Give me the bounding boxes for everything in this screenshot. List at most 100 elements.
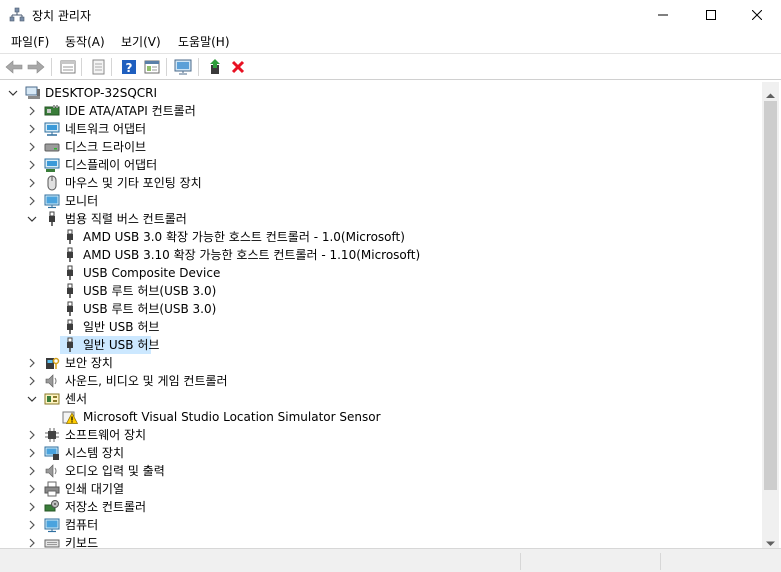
tree-category[interactable]: 시스템 장치: [0, 444, 740, 462]
toolbar: ?: [0, 53, 781, 80]
minimize-button[interactable]: [640, 0, 686, 30]
chevron-right-icon[interactable]: [26, 534, 38, 548]
properties-icon: [60, 60, 76, 74]
vertical-scrollbar[interactable]: [762, 82, 779, 548]
status-divider: [660, 553, 661, 570]
system-device-icon: [44, 445, 60, 461]
menu-help[interactable]: 도움말(H): [178, 33, 230, 50]
status-divider: [520, 553, 521, 570]
maximize-button[interactable]: [688, 0, 734, 30]
tree-item-label: 인쇄 대기열: [65, 482, 125, 496]
tree-category[interactable]: 보안 장치: [0, 354, 740, 372]
close-button[interactable]: [734, 0, 780, 30]
chevron-right-icon[interactable]: [26, 426, 38, 444]
printer-icon: [44, 481, 60, 497]
tree-item-label: 시스템 장치: [65, 446, 125, 460]
scrollbar-thumb[interactable]: [764, 101, 777, 490]
chevron-right-icon[interactable]: [26, 192, 38, 210]
tree-item-label: 일반 USB 허브: [83, 338, 160, 352]
action-button[interactable]: [142, 57, 162, 77]
tree-device[interactable]: USB 루트 허브(USB 3.0): [0, 282, 740, 300]
tree-root[interactable]: DESKTOP-32SQCRI: [0, 84, 740, 102]
status-bar: [0, 548, 781, 572]
tree-category[interactable]: 인쇄 대기열: [0, 480, 740, 498]
tree-device[interactable]: 일반 USB 허브: [0, 336, 740, 354]
forward-button[interactable]: [26, 57, 46, 77]
tree-category[interactable]: 컴퓨터: [0, 516, 740, 534]
chevron-right-icon[interactable]: [26, 498, 38, 516]
chevron-right-icon[interactable]: [26, 516, 38, 534]
chevron-down-icon[interactable]: [7, 84, 19, 102]
speaker-icon: [44, 463, 60, 479]
usb-icon: [62, 301, 78, 317]
tree-category[interactable]: IDE ATA/ATAPI 컨트롤러: [0, 102, 740, 120]
tree-device[interactable]: USB 루트 허브(USB 3.0): [0, 300, 740, 318]
storage-controller-icon: [44, 499, 60, 515]
tree-category[interactable]: 네트워크 어댑터: [0, 120, 740, 138]
tree-item-label: 네트워크 어댑터: [65, 122, 147, 136]
tree-item-label: 모니터: [65, 194, 99, 208]
svg-text:?: ?: [126, 61, 133, 75]
menu-view[interactable]: 보기(V): [121, 33, 161, 50]
tree-item-label: 사운드, 비디오 및 게임 컨트롤러: [65, 374, 228, 388]
tree-category[interactable]: 디스크 드라이브: [0, 138, 740, 156]
tree-category[interactable]: 소프트웨어 장치: [0, 426, 740, 444]
chevron-right-icon[interactable]: [26, 174, 38, 192]
driver-icon: [92, 59, 105, 75]
tree-category[interactable]: 센서: [0, 390, 740, 408]
chevron-right-icon[interactable]: [26, 354, 38, 372]
help-button[interactable]: ?: [119, 57, 139, 77]
chevron-down-icon[interactable]: [26, 390, 38, 408]
tree-root-label: DESKTOP-32SQCRI: [45, 86, 158, 100]
tree-item-label: AMD USB 3.10 확장 가능한 호스트 컨트롤러 - 1.10(Micr…: [83, 248, 421, 262]
tree-category[interactable]: 저장소 컨트롤러: [0, 498, 740, 516]
title-bar[interactable]: 장치 관리자: [0, 0, 781, 30]
tree-item-label: Microsoft Visual Studio Location Simulat…: [83, 410, 381, 424]
mouse-icon: [44, 175, 60, 191]
properties-button[interactable]: [58, 57, 78, 77]
chevron-down-icon[interactable]: [26, 210, 38, 228]
tree-device[interactable]: USB Composite Device: [0, 264, 740, 282]
chevron-right-icon[interactable]: [26, 372, 38, 390]
driver-button[interactable]: [88, 57, 108, 77]
software-device-icon: [44, 427, 60, 443]
chevron-right-icon[interactable]: [26, 102, 38, 120]
tree-category[interactable]: 사운드, 비디오 및 게임 컨트롤러: [0, 372, 740, 390]
usb-icon: [62, 283, 78, 299]
usb-icon: [62, 337, 78, 353]
uninstall-button[interactable]: [228, 57, 248, 77]
menu-action[interactable]: 동작(A): [65, 33, 105, 50]
scroll-up-icon[interactable]: [766, 88, 775, 102]
chevron-right-icon[interactable]: [26, 138, 38, 156]
update-driver-button[interactable]: [205, 57, 225, 77]
chevron-right-icon[interactable]: [26, 462, 38, 480]
warning-icon: [62, 409, 79, 425]
tree-device[interactable]: 일반 USB 허브: [0, 318, 740, 336]
speaker-icon: [44, 373, 60, 389]
toolbar-separator: [51, 58, 52, 76]
tree-item-label: 마우스 및 기타 포인팅 장치: [65, 176, 202, 190]
menu-file[interactable]: 파일(F): [11, 33, 49, 50]
tree-item-label: USB Composite Device: [83, 266, 221, 280]
tree-device[interactable]: Microsoft Visual Studio Location Simulat…: [0, 408, 740, 426]
chevron-right-icon[interactable]: [26, 480, 38, 498]
chevron-right-icon[interactable]: [26, 120, 38, 138]
tree-category[interactable]: 오디오 입력 및 출력: [0, 462, 740, 480]
menu-bar: 파일(F) 동작(A) 보기(V) 도움말(H): [0, 30, 781, 52]
network-adapter-icon: [44, 121, 60, 137]
tree-device[interactable]: AMD USB 3.10 확장 가능한 호스트 컨트롤러 - 1.10(Micr…: [0, 246, 740, 264]
chevron-right-icon[interactable]: [26, 156, 38, 174]
tree-device[interactable]: AMD USB 3.0 확장 가능한 호스트 컨트롤러 - 1.0(Micros…: [0, 228, 740, 246]
usb-icon: [44, 211, 60, 227]
scan-hardware-button[interactable]: [173, 57, 193, 77]
tree-item-label: 범용 직렬 버스 컨트롤러: [65, 212, 187, 226]
tree-category[interactable]: 모니터: [0, 192, 740, 210]
chevron-right-icon[interactable]: [26, 444, 38, 462]
usb-icon: [62, 319, 78, 335]
device-tree[interactable]: DESKTOP-32SQCRI IDE ATA/ATAPI 컨트롤러네트워크 어…: [0, 82, 762, 548]
tree-category[interactable]: 마우스 및 기타 포인팅 장치: [0, 174, 740, 192]
back-button[interactable]: [4, 57, 24, 77]
tree-category[interactable]: 디스플레이 어댑터: [0, 156, 740, 174]
tree-category[interactable]: 범용 직렬 버스 컨트롤러: [0, 210, 740, 228]
tree-category[interactable]: 키보드: [0, 534, 740, 548]
